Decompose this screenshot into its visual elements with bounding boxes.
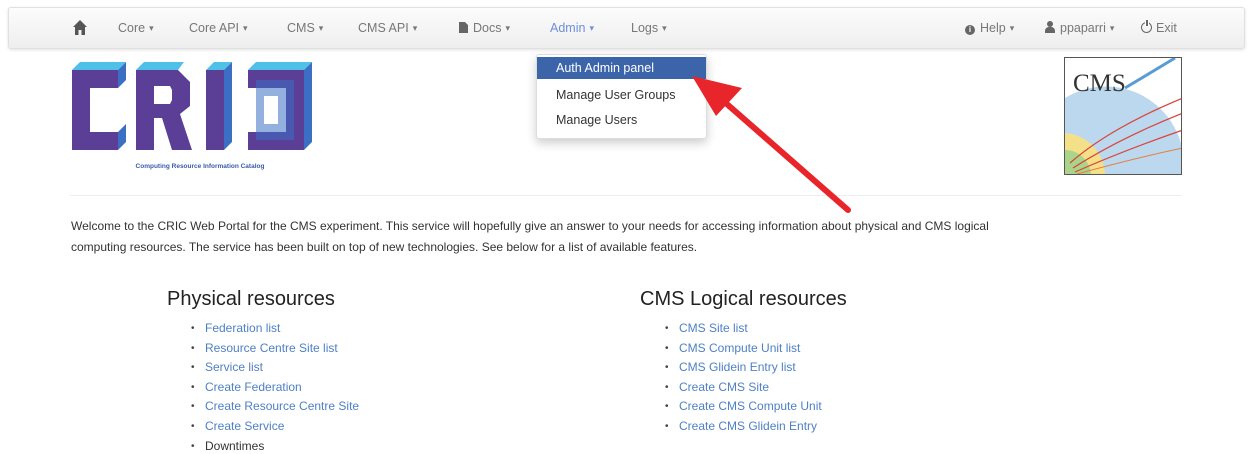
- link-cms-compute-unit-list[interactable]: CMS Compute Unit list: [679, 341, 800, 355]
- cric-tagline: Computing Resource Information Catalog: [135, 163, 265, 170]
- list-item: Resource Centre Site list: [191, 339, 359, 359]
- nav-logs-label: Logs: [631, 21, 659, 35]
- cms-logical-resources-list: CMS Site list CMS Compute Unit list CMS …: [665, 319, 822, 437]
- nav-user[interactable]: ppaparri ▾: [1045, 8, 1114, 48]
- link-create-resource-centre-site[interactable]: Create Resource Centre Site: [205, 399, 359, 413]
- list-item: CMS Site list: [665, 319, 822, 339]
- cms-logo-text: CMS: [1073, 70, 1126, 97]
- physical-resources-title: Physical resources: [167, 288, 335, 310]
- cric-logo-letter-c-reversed: [248, 62, 312, 150]
- cric-logo-letter-c: [72, 62, 126, 150]
- intro-line-2: computing resources. The service has bee…: [71, 240, 698, 254]
- link-create-cms-glidein-entry[interactable]: Create CMS Glidein Entry: [679, 419, 817, 433]
- nav-help-label: Help: [980, 21, 1006, 35]
- link-create-cms-site[interactable]: Create CMS Site: [679, 380, 769, 394]
- nav-admin-label: Admin: [550, 21, 586, 35]
- list-item: Create Federation: [191, 378, 359, 398]
- link-cms-glidein-entry-list[interactable]: CMS Glidein Entry list: [679, 360, 796, 374]
- list-item: Federation list: [191, 319, 359, 339]
- divider: [70, 195, 1182, 196]
- list-item: Create CMS Site: [665, 378, 822, 398]
- list-item: Create CMS Compute Unit: [665, 397, 822, 417]
- nav-cms-api[interactable]: CMS API ▾: [358, 8, 417, 48]
- nav-logs[interactable]: Logs ▾: [631, 8, 667, 48]
- link-service-list[interactable]: Service list: [205, 360, 263, 374]
- intro-line-1: Welcome to the CRIC Web Portal for the C…: [71, 219, 989, 233]
- physical-resources-list: Federation list Resource Centre Site lis…: [191, 319, 359, 454]
- link-resource-centre-site-list[interactable]: Resource Centre Site list: [205, 341, 338, 355]
- chevron-down-icon: ▾: [318, 23, 324, 33]
- list-item: Create Service: [191, 417, 359, 437]
- chevron-down-icon: ▾: [589, 23, 594, 33]
- list-item: CMS Compute Unit list: [665, 339, 822, 359]
- nav-exit[interactable]: Exit: [1141, 8, 1177, 48]
- link-create-federation[interactable]: Create Federation: [205, 380, 302, 394]
- chevron-down-icon: ▾: [1109, 23, 1115, 33]
- downtimes-label: Downtimes: [205, 438, 265, 453]
- cric-logo-letter-i: [206, 62, 232, 150]
- cric-logo-letter-r: [136, 62, 192, 150]
- link-cms-site-list[interactable]: CMS Site list: [679, 321, 748, 335]
- home-icon[interactable]: [73, 20, 87, 35]
- nav-cms-api-label: CMS API: [358, 21, 409, 35]
- list-item: Downtimes: [191, 437, 359, 454]
- user-icon: [1045, 21, 1055, 33]
- nav-core-label: Core: [118, 21, 146, 35]
- intro-text: Welcome to the CRIC Web Portal for the C…: [71, 216, 1191, 258]
- nav-user-label: ppaparri: [1060, 21, 1106, 35]
- chevron-down-icon: ▾: [412, 23, 418, 33]
- nav-admin[interactable]: Admin ▾: [550, 8, 594, 48]
- list-item: CMS Glidein Entry list: [665, 358, 822, 378]
- nav-exit-label: Exit: [1156, 21, 1177, 35]
- annotation-arrow-icon: [692, 76, 851, 213]
- nav-docs-label: Docs: [473, 21, 502, 35]
- chevron-down-icon: ▾: [149, 23, 154, 33]
- info-circle-icon: i: [965, 25, 975, 35]
- nav-help[interactable]: i Help ▾: [965, 8, 1014, 48]
- file-icon: [459, 22, 468, 33]
- chevron-down-icon: ▾: [243, 23, 248, 33]
- nav-cms[interactable]: CMS ▾: [287, 8, 323, 48]
- nav-core-api[interactable]: Core API ▾: [189, 8, 248, 48]
- chevron-down-icon: ▾: [505, 23, 511, 33]
- nav-cms-label: CMS: [287, 21, 315, 35]
- nav-core-api-label: Core API: [189, 21, 240, 35]
- cms-logical-resources-title: CMS Logical resources: [640, 288, 847, 310]
- chevron-down-icon: ▾: [1009, 23, 1015, 33]
- link-federation-list[interactable]: Federation list: [205, 321, 280, 335]
- list-item: Service list: [191, 358, 359, 378]
- chevron-down-icon: ▾: [662, 23, 667, 33]
- link-create-service[interactable]: Create Service: [205, 419, 284, 433]
- top-navbar: Core ▾ Core API ▾ CMS ▾ CMS API ▾ Docs ▾ Admi…: [8, 7, 1245, 49]
- nav-core[interactable]: Core ▾: [118, 8, 154, 48]
- link-create-cms-compute-unit[interactable]: Create CMS Compute Unit: [679, 399, 822, 413]
- nav-docs[interactable]: Docs ▾: [459, 8, 510, 48]
- list-item: Create Resource Centre Site: [191, 397, 359, 417]
- list-item: Create CMS Glidein Entry: [665, 417, 822, 437]
- power-icon: [1141, 20, 1152, 33]
